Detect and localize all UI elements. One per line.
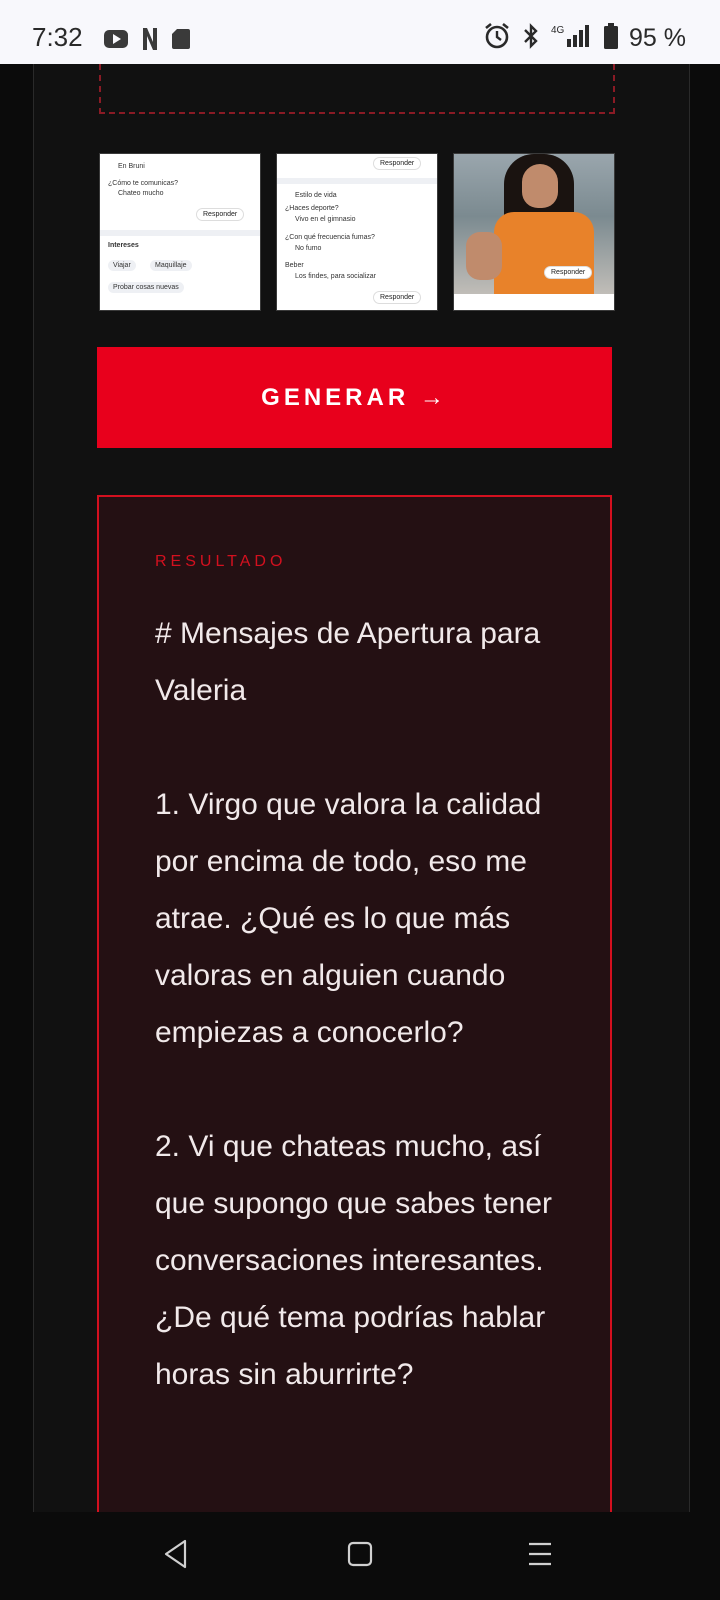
menu-icon [526, 1541, 554, 1571]
result-message-1: 1. Virgo que valora la calidad por encim… [155, 788, 542, 1049]
thumb-text: Estilo de vida [295, 192, 337, 199]
result-label: RESULTADO [155, 553, 287, 570]
interest-chip: Viajar [108, 260, 136, 271]
respond-pill: Responder [373, 157, 422, 170]
nav-home-button[interactable] [340, 1538, 380, 1574]
youtube-icon [104, 30, 128, 52]
back-icon [163, 1539, 189, 1573]
nav-back-button[interactable] [156, 1538, 196, 1574]
thumb-text: En Bruni [118, 163, 145, 170]
thumbnail-3-photo[interactable]: Responder [453, 153, 615, 311]
respond-pill: Responder [544, 266, 593, 279]
photo-dress [494, 212, 594, 302]
notification-icons [104, 28, 190, 54]
result-heading: # Mensajes de Apertura para Valeria [155, 617, 541, 707]
thumb-text: Beber [285, 262, 304, 269]
thumbnail-1[interactable]: En Bruni ¿Cómo te comunicas? Chateo much… [99, 153, 261, 311]
system-icons: 4G 95 % [483, 22, 686, 54]
upload-dropzone[interactable] [99, 64, 615, 114]
status-bar: 7:32 4G 95 % [0, 0, 720, 64]
result-text: # Mensajes de Apertura para Valeria 1. V… [155, 605, 575, 1460]
photo-face [522, 164, 558, 208]
status-time: 7:32 [32, 22, 83, 52]
interest-chip: Maquillaje [150, 260, 192, 271]
thumb-text: Intereses [108, 242, 139, 249]
battery-percentage: 95 % [629, 23, 686, 52]
thumb-text: ¿Con qué frecuencia fumas? [285, 234, 375, 241]
thumbnail-2[interactable]: Responder Estilo de vida ¿Haces deporte?… [276, 153, 438, 311]
alarm-icon [483, 22, 511, 54]
nav-menu-button[interactable] [520, 1538, 560, 1574]
bluetooth-icon [521, 22, 541, 54]
result-panel: RESULTADO # Mensajes de Apertura para Va… [97, 495, 612, 1537]
battery-icon [603, 23, 619, 53]
interest-chip: Probar cosas nuevas [108, 282, 184, 293]
result-message-2: 2. Vi que chateas mucho, así que supongo… [155, 1130, 552, 1391]
sd-card-icon [172, 29, 190, 53]
photo-arm [466, 232, 502, 280]
netflix-icon [142, 28, 158, 54]
thumb-text: ¿Haces deporte? [285, 205, 339, 212]
page-content: En Bruni ¿Cómo te comunicas? Chateo much… [33, 64, 690, 1537]
thumb-separator [100, 230, 260, 236]
thumb-text: Vivo en el gimnasio [295, 216, 356, 223]
thumb-text: ¿Cómo te comunicas? [108, 180, 179, 187]
signal-4g-icon: 4G [551, 23, 593, 53]
photo-footer [454, 294, 614, 310]
thumb-text: No fumo [295, 245, 322, 252]
network-type: 4G [551, 25, 565, 36]
thumb-separator [277, 178, 437, 184]
home-icon [346, 1540, 374, 1572]
generate-button[interactable]: GENERAR → [97, 347, 612, 448]
thumb-text: Chateo mucho [118, 190, 164, 197]
respond-pill: Responder [196, 208, 245, 221]
navigation-bar [0, 1512, 720, 1600]
thumb-text: Los findes, para socializar [295, 273, 376, 280]
screenshot-thumbnails: En Bruni ¿Cómo te comunicas? Chateo much… [99, 153, 623, 311]
respond-pill: Responder [373, 291, 422, 304]
